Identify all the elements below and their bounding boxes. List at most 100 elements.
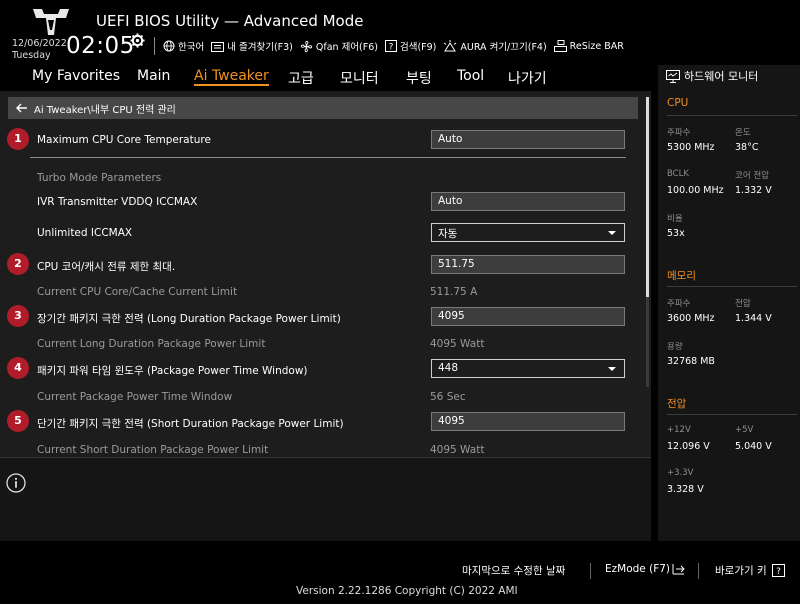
mem-voltage-label: 전압 [735,299,751,309]
cpu-temp-label: 온도 [735,128,751,138]
qfan-label: Qfan 제어(F6) [315,42,378,53]
language-button[interactable]: 한국어 [163,39,204,53]
scrollbar-thumb[interactable] [646,97,649,297]
settings-panel: Ai Tweaker\내부 CPU 전력 관리 1 Maximum CPU Co… [0,91,651,457]
hotkeys-icon: ? [771,564,785,577]
chevron-down-icon [608,367,616,371]
short-duration-power-limit-field[interactable]: 4095 [431,412,625,431]
mem-capacity-label: 용량 [667,342,683,352]
version-text: Version 2.22.1286 Copyright (C) 2022 AMI [296,585,518,597]
readonly-row-current-core-cache: Current CPU Core/Cache Current Limit 511… [0,282,640,304]
v5-value: 5.040 V [735,441,772,452]
setting-label: 단기간 패키지 극한 전력 (Short Duration Package Po… [37,418,344,430]
setting-label: Unlimited ICCMAX [37,227,133,239]
tab-advanced[interactable]: 고급 [288,68,314,88]
scrollbar[interactable] [646,97,649,387]
resize-bar-label: ReSize BAR [569,40,624,52]
readonly-value: 4095 Watt [430,338,485,350]
setting-row-power-time-window[interactable]: 4 패키지 파워 타임 윈도우 (Package Power Time Wind… [0,357,640,381]
back-arrow-icon[interactable] [16,103,28,113]
setting-row-unlimited-iccmax[interactable]: Unlimited ICCMAX 자동 [0,223,640,245]
chevron-down-icon [608,231,616,235]
section-divider [30,157,626,158]
footer-divider [590,563,591,579]
info-icon [6,473,26,493]
memory-section-title: 메모리 [667,270,696,282]
breadcrumb[interactable]: Ai Tweaker\내부 CPU 전력 관리 [8,97,638,119]
v33-value: 3.328 V [667,484,704,495]
clock-settings-gear-icon[interactable] [130,33,145,48]
setting-row-core-cache-current[interactable]: 2 CPU 코어/캐시 전류 제한 최대. 511.75 [0,253,640,277]
mem-capacity-value: 32768 MB [667,356,715,367]
tab-boot[interactable]: 부팅 [406,68,432,88]
setting-row-ivr-vddq[interactable]: IVR Transmitter VDDQ ICCMAX Auto [0,192,640,214]
main-nav: My Favorites Main Ai Tweaker 고급 모니터 부팅 T… [0,65,655,91]
max-cpu-temp-field[interactable]: Auto [431,130,625,149]
ivr-vddq-iccmax-field[interactable]: Auto [431,192,625,211]
ezmode-button[interactable]: EzMode (F7) [605,563,686,575]
setting-label: Current Package Power Time Window [37,391,233,403]
my-favorites-label: 내 즐겨찾기(F3) [227,42,293,53]
v12-label: +12V [667,425,691,435]
cpu-freq-value: 5300 MHz [667,142,715,153]
last-modified-label: 마지막으로 수정한 날짜 [462,565,566,577]
mem-voltage-value: 1.344 V [735,313,772,324]
tuf-logo-icon [33,9,69,35]
clock-time: 02:05 [66,33,135,59]
hotkeys-button[interactable]: 바로가기 키 ? [715,563,785,578]
footer-divider [698,563,699,579]
tab-ai-tweaker[interactable]: Ai Tweaker [194,68,269,86]
v12-value: 12.096 V [667,441,710,452]
core-voltage-label: 코어 전압 [735,171,769,181]
readonly-value: 4095 Watt [430,444,485,456]
last-modified-button[interactable]: 마지막으로 수정한 날짜 [462,563,565,578]
step-badge: 4 [7,357,29,379]
section-divider [667,115,797,116]
aura-icon [444,40,457,52]
header-toolbar: 한국어 내 즐겨찾기(F3) Qfan 제어(F6) ? 검색(F9) AURA… [163,36,631,56]
monitor-icon [666,69,680,83]
tab-main[interactable]: Main [137,68,170,84]
tab-monitor[interactable]: 모니터 [340,68,379,88]
ezmode-label: EzMode (F7) [605,563,671,575]
core-cache-current-limit-field[interactable]: 511.75 [431,255,625,274]
dropdown-value: 자동 [438,228,458,240]
tab-tool[interactable]: Tool [457,68,484,84]
ezmode-switch-icon [672,564,685,575]
qfan-button[interactable]: Qfan 제어(F6) [300,39,378,53]
app-title: UEFI BIOS Utility — Advanced Mode [96,12,364,30]
readonly-row-current-long-duration: Current Long Duration Package Power Limi… [0,334,640,356]
setting-row-long-duration-power[interactable]: 3 장기간 패키지 극한 전력 (Long Duration Package P… [0,305,640,329]
cpu-freq-label: 주파수 [667,128,691,138]
setting-label: 장기간 패키지 극한 전력 (Long Duration Package Pow… [37,313,341,325]
setting-label: Current Short Duration Package Power Lim… [37,444,269,456]
tab-exit[interactable]: 나가기 [508,68,547,88]
aura-button[interactable]: AURA 켜기/끄기(F4) [443,39,547,53]
weekday-text: Tuesday [12,50,51,61]
my-favorites-button[interactable]: 내 즐겨찾기(F3) [211,39,293,53]
help-description-panel [0,457,651,541]
setting-label: Current CPU Core/Cache Current Limit [37,286,238,298]
bclk-value: 100.00 MHz [667,185,724,196]
search-button[interactable]: ? 검색(F9) [384,39,437,53]
core-voltage-value: 1.332 V [735,185,772,196]
long-duration-power-limit-field[interactable]: 4095 [431,307,625,326]
setting-row-max-cpu-temp[interactable]: 1 Maximum CPU Core Temperature Auto [0,128,640,152]
resize-bar-icon [553,40,567,52]
breadcrumb-path: Ai Tweaker\내부 CPU 전력 관리 [34,104,176,116]
aura-label: AURA 켜기/끄기(F4) [460,42,547,53]
tab-my-favorites[interactable]: My Favorites [32,68,120,84]
readonly-value: 56 Sec [430,391,466,403]
unlimited-iccmax-dropdown[interactable]: 자동 [431,223,625,242]
mem-freq-value: 3600 MHz [667,313,715,324]
ratio-label: 비율 [667,214,683,224]
v33-label: +3.3V [667,468,694,478]
search-label: 검색(F9) [399,42,437,53]
export-icon [211,41,225,52]
setting-row-short-duration-power[interactable]: 5 단기간 패키지 극한 전력 (Short Duration Package … [0,410,640,434]
power-time-window-dropdown[interactable]: 448 [431,359,625,378]
resize-bar-button[interactable]: ReSize BAR [553,40,624,52]
step-badge: 3 [7,305,29,327]
setting-label: 패키지 파워 타임 윈도우 (Package Power Time Window… [37,365,308,377]
date-display: 12/06/2022 Tuesday [12,38,67,62]
